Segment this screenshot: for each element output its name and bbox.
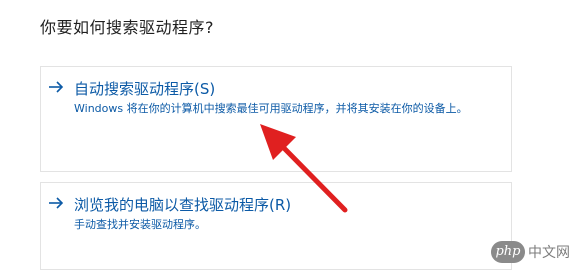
auto-search-title: 自动搜索驱动程序(S) [74, 80, 216, 98]
browse-computer-description: 手动查找并安装驱动程序。 [74, 218, 206, 231]
watermark-text: 中文网 [528, 245, 570, 261]
driver-update-dialog: 你要如何搜索驱动程序? 自动搜索驱动程序(S) Windows 将在你的计算机中… [0, 0, 578, 277]
auto-search-option[interactable]: 自动搜索驱动程序(S) Windows 将在你的计算机中搜索最佳可用驱动程序，并… [40, 66, 512, 172]
browse-computer-option[interactable]: 浏览我的电脑以查找驱动程序(R) 手动查找并安装驱动程序。 [40, 182, 512, 270]
php-logo-icon: php [491, 241, 525, 263]
page-title: 你要如何搜索驱动程序? [40, 18, 214, 37]
auto-search-description: Windows 将在你的计算机中搜索最佳可用驱动程序，并将其安装在你的设备上。 [74, 102, 468, 115]
arrow-right-icon [47, 194, 65, 212]
browse-computer-title: 浏览我的电脑以查找驱动程序(R) [74, 196, 292, 214]
watermark: php 中文网 [491, 241, 570, 263]
arrow-right-icon [47, 78, 65, 96]
